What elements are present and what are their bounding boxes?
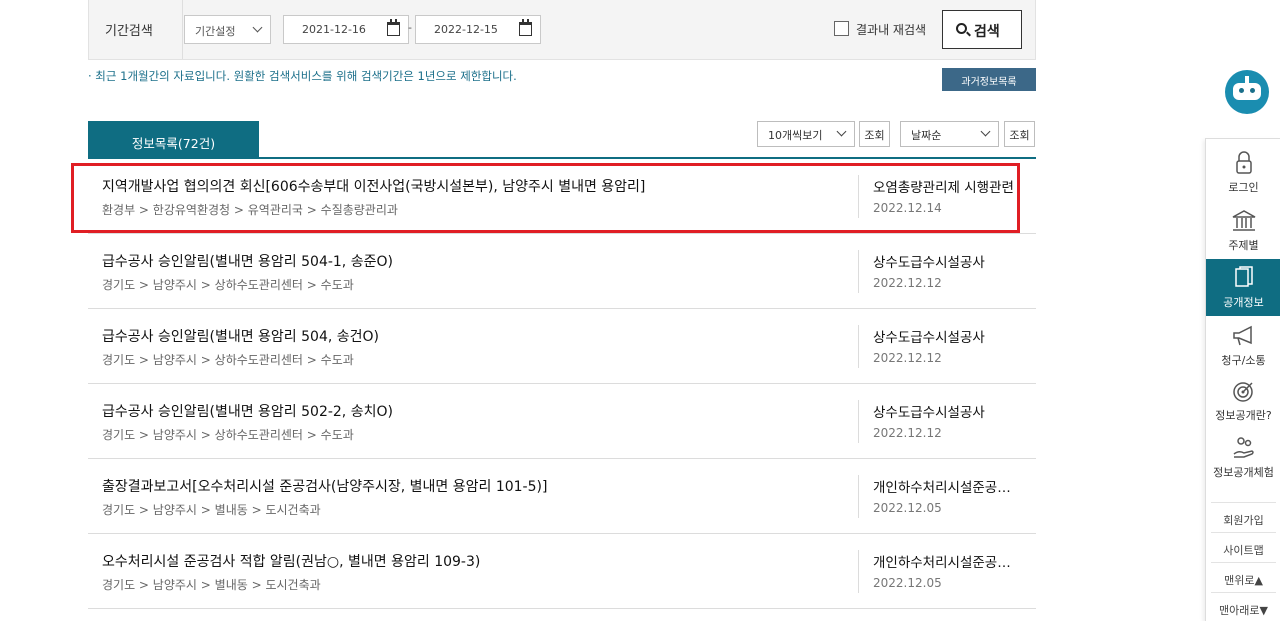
- building-icon: [1232, 210, 1255, 231]
- chevron-down-icon: [252, 22, 263, 33]
- chevron-down-icon: [836, 126, 847, 137]
- list-item-path: 경기도 > 남양주시 > 별내동 > 도시건축과: [102, 503, 321, 517]
- list-item[interactable]: 지역개발사업 협의의견 회신[606수송부대 이전사업(국방시설본부), 남양주…: [88, 159, 1036, 234]
- research-checkbox[interactable]: [834, 21, 849, 36]
- calendar-icon[interactable]: [387, 19, 400, 36]
- join-link[interactable]: 회원가입: [1211, 502, 1276, 532]
- sort-value: 날짜순: [911, 129, 942, 142]
- period-search-label: 기간검색: [105, 24, 153, 39]
- list-item-path: 경기도 > 남양주시 > 별내동 > 도시건축과: [102, 578, 321, 592]
- list-item-date: 2022.12.12: [873, 351, 942, 365]
- chatbot-icon[interactable]: [1225, 70, 1269, 114]
- date-to-input[interactable]: 2022-12-15: [415, 15, 541, 44]
- date-from-input[interactable]: 2021-12-16: [283, 15, 409, 44]
- side-item-label: 정보공개란?: [1215, 409, 1272, 422]
- page-size-value: 10개씩보기: [768, 129, 823, 142]
- divider: [858, 175, 859, 218]
- list-item[interactable]: 급수공사 승인알림(별내면 용암리 502-2, 송치O) 경기도 > 남양주시…: [88, 384, 1036, 459]
- side-item-label: 청구/소통: [1221, 354, 1266, 367]
- list-item[interactable]: 급수공사 승인알림(별내면 용암리 504-1, 송준O) 경기도 > 남양주시…: [88, 234, 1036, 309]
- list-item-title[interactable]: 오수처리시설 준공검사 적합 알림(권남○, 별내면 용암리 109-3): [102, 551, 852, 571]
- side-item-label: 로그인: [1228, 181, 1259, 194]
- divider: [858, 400, 859, 443]
- list-item-date: 2022.12.12: [873, 276, 942, 290]
- page-size-select[interactable]: 10개씩보기: [757, 121, 855, 147]
- divider: [182, 0, 183, 59]
- tab-info-list[interactable]: 정보목록(72건): [88, 121, 259, 158]
- megaphone-icon: [1232, 325, 1252, 346]
- divider: [858, 475, 859, 518]
- list-item-path: 경기도 > 남양주시 > 상하수도관리센터 > 수도과: [102, 428, 354, 442]
- list-item[interactable]: 출장결과보고서[오수처리시설 준공검사(남양주시장, 별내면 용암리 101-5…: [88, 459, 1036, 534]
- research-label: 결과내 재검색: [856, 23, 927, 37]
- side-item-label: 주제별: [1228, 239, 1259, 252]
- side-item-login[interactable]: 로그인: [1206, 151, 1280, 201]
- list-item-title[interactable]: 급수공사 승인알림(별내면 용암리 504-1, 송준O): [102, 251, 852, 271]
- date-to-value: 2022-12-15: [434, 23, 498, 36]
- search-notice: · 최근 1개월간의 자료입니다. 원활한 검색서비스를 위해 검색기간은 1년…: [88, 69, 517, 83]
- list-item-category: 개인하수처리시설준공검사: [873, 480, 1021, 496]
- hand-people-icon: [1233, 437, 1254, 458]
- divider: [858, 325, 859, 368]
- list-item[interactable]: 급수공사 승인알림(별내면 용암리 504, 송건O) 경기도 > 남양주시 >…: [88, 309, 1036, 384]
- list-item-path: 경기도 > 남양주시 > 상하수도관리센터 > 수도과: [102, 353, 354, 367]
- list-item-title[interactable]: 급수공사 승인알림(별내면 용암리 504, 송건O): [102, 326, 852, 346]
- scroll-bottom-button[interactable]: 맨아래로▼: [1211, 592, 1276, 621]
- list-item-title[interactable]: 지역개발사업 협의의견 회신[606수송부대 이전사업(국방시설본부), 남양주…: [102, 176, 852, 196]
- calendar-icon[interactable]: [519, 19, 532, 36]
- side-item-label: 공개정보: [1223, 296, 1264, 309]
- list-item-date: 2022.12.12: [873, 426, 942, 440]
- side-item-experience[interactable]: 정보공개체험: [1206, 436, 1280, 486]
- list-item[interactable]: 오수처리시설 준공검사 적합 알림(권남○, 별내면 용암리 109-3) 경기…: [88, 534, 1036, 609]
- chatbot-antenna: [1245, 76, 1249, 83]
- list-item-path: 경기도 > 남양주시 > 상하수도관리센터 > 수도과: [102, 278, 354, 292]
- side-item-request[interactable]: 청구/소통: [1206, 324, 1280, 374]
- period-select-value: 기간설정: [195, 25, 236, 38]
- search-button[interactable]: 검색: [942, 10, 1022, 49]
- divider: [858, 550, 859, 593]
- period-select[interactable]: 기간설정: [184, 15, 271, 44]
- date-from-value: 2021-12-16: [302, 23, 366, 36]
- list-item-category: 오염총량관리제 시행관련: [873, 180, 1014, 196]
- query-button[interactable]: 조회: [859, 121, 890, 147]
- list-item-title[interactable]: 급수공사 승인알림(별내면 용암리 502-2, 송치O): [102, 401, 852, 421]
- list-item-date: 2022.12.05: [873, 501, 942, 515]
- list-item-date: 2022.12.05: [873, 576, 942, 590]
- sort-select[interactable]: 날짜순: [900, 121, 999, 147]
- target-icon: [1232, 382, 1253, 402]
- chatbot-face: [1233, 83, 1261, 100]
- side-item-topic[interactable]: 주제별: [1206, 209, 1280, 259]
- list-item-category: 상수도급수시설공사: [873, 405, 985, 421]
- side-item-what-is[interactable]: 정보공개란?: [1206, 379, 1280, 429]
- lock-icon: [1235, 151, 1252, 174]
- divider: [858, 250, 859, 293]
- list-item-category: 개인하수처리시설준공검사: [873, 555, 1021, 571]
- list-item-date: 2022.12.14: [873, 201, 942, 215]
- document-icon: [1234, 266, 1253, 287]
- side-item-public-info[interactable]: 공개정보: [1206, 259, 1280, 316]
- search-bar: 기간검색 기간설정 2021-12-16 - 2022-12-15 결과내 재검…: [88, 0, 1036, 60]
- search-button-label: 검색: [974, 24, 1000, 40]
- list-item-title[interactable]: 출장결과보고서[오수처리시설 준공검사(남양주시장, 별내면 용암리 101-5…: [102, 476, 852, 496]
- list-item-path: 환경부 > 한강유역환경청 > 유역관리국 > 수질총량관리과: [102, 203, 398, 217]
- quick-menu: 로그인 주제별 공개정보 청구/소통 정보공개란? 정보공개체험 회원가입 사이…: [1205, 138, 1280, 621]
- chevron-down-icon: [980, 126, 991, 137]
- scroll-top-button[interactable]: 맨위로▲: [1211, 562, 1276, 592]
- side-item-label: 정보공개체험: [1213, 466, 1274, 479]
- list-item-category: 상수도급수시설공사: [873, 330, 985, 346]
- sitemap-link[interactable]: 사이트맵: [1211, 532, 1276, 562]
- list-item-category: 상수도급수시설공사: [873, 255, 985, 271]
- search-icon: [956, 23, 967, 34]
- query-button[interactable]: 조회: [1004, 121, 1035, 147]
- date-separator: -: [408, 21, 412, 34]
- past-info-list-button[interactable]: 과거정보목록: [942, 68, 1036, 91]
